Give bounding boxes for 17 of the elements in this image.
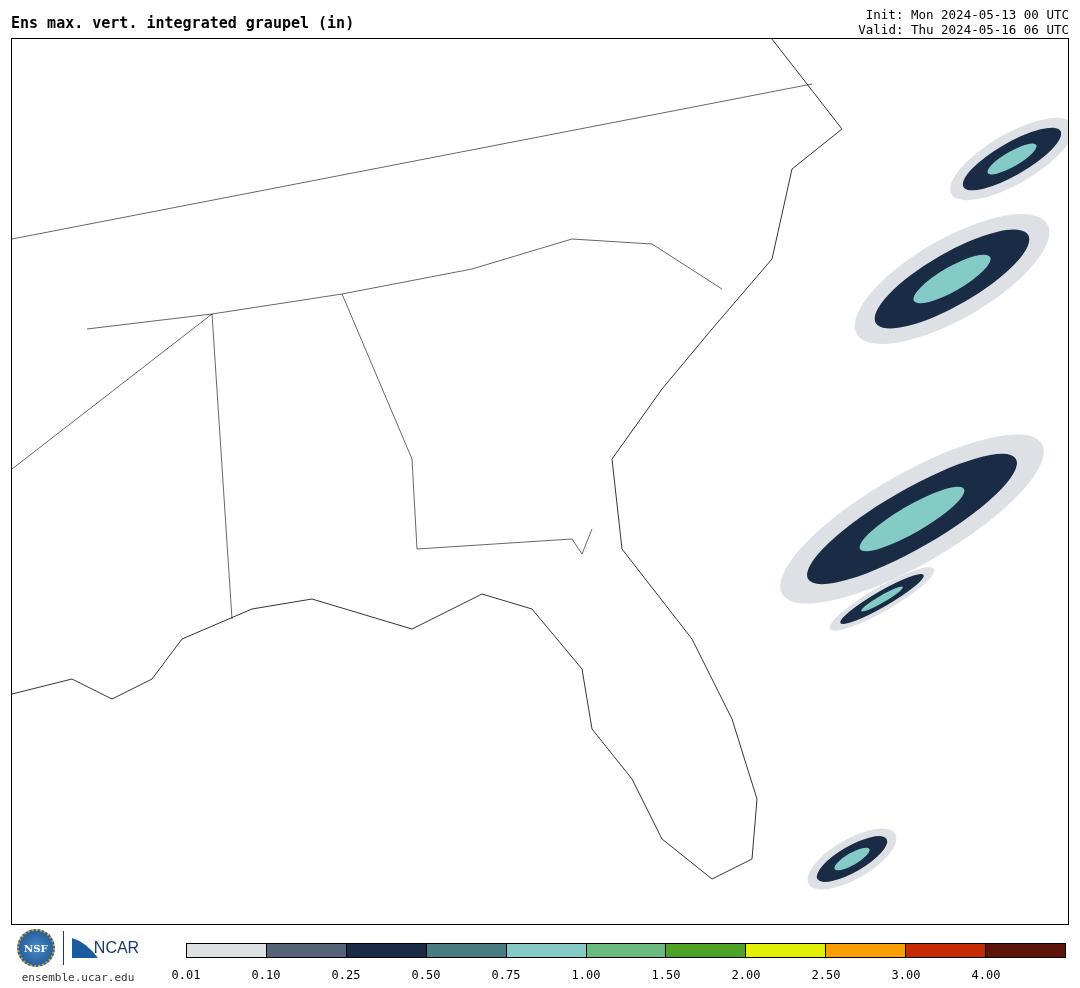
scale-label: 3.00	[891, 968, 921, 982]
nsf-logo: NSF	[16, 929, 55, 967]
scale-label: 0.25	[331, 968, 361, 982]
scale-label: 0.10	[251, 968, 281, 982]
valid-time: Valid: Thu 2024-05-16 06 UTC	[858, 22, 1069, 37]
scale-label: 4.00	[971, 968, 1001, 982]
init-time: Init: Mon 2024-05-13 00 UTC	[865, 7, 1069, 22]
chart-title: Ens max. vert. integrated graupel (in)	[11, 14, 355, 34]
scale-label: 0.01	[171, 968, 201, 982]
scale-label: 2.50	[811, 968, 841, 982]
site-url: ensemble.ucar.edu	[21, 971, 135, 984]
scale-label: 1.00	[571, 968, 601, 982]
ncar-logo: NCAR	[71, 938, 140, 958]
scale-label: 1.50	[651, 968, 681, 982]
scale-label: 0.50	[411, 968, 441, 982]
scale-label: 2.00	[731, 968, 761, 982]
scale-label: 0.75	[491, 968, 521, 982]
